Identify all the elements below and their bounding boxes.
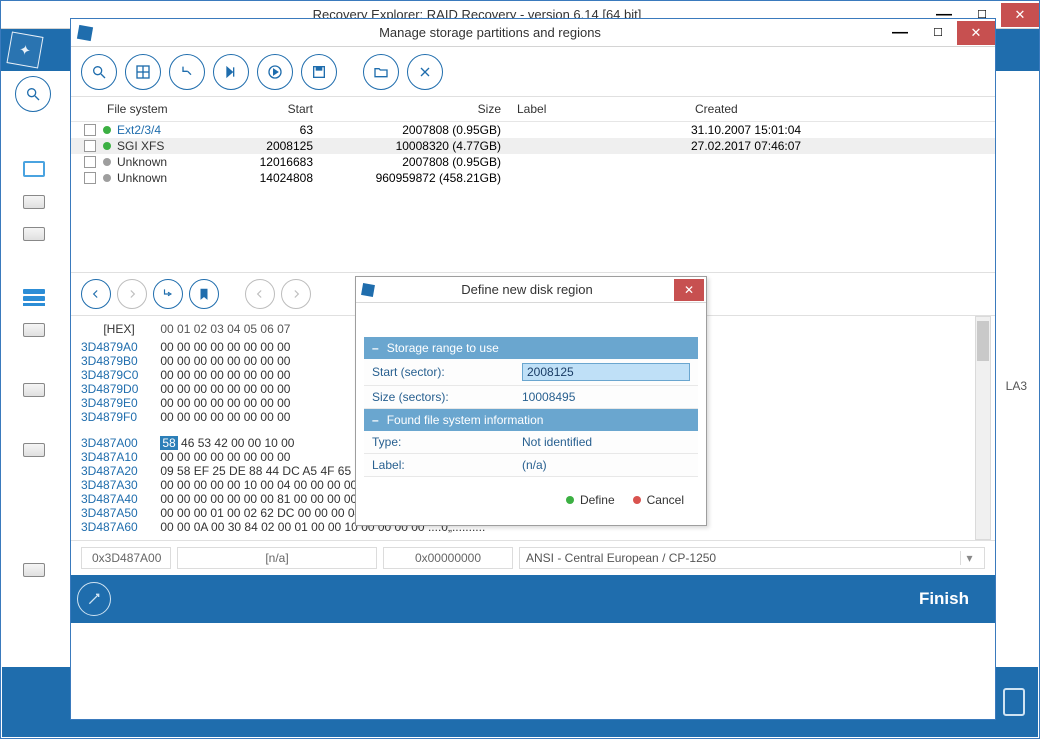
play-button[interactable]	[257, 54, 293, 90]
table-row[interactable]: Unknown 14024808960959872 (458.21GB)	[71, 170, 995, 186]
wand-icon[interactable]	[77, 582, 111, 616]
toolbar	[71, 47, 995, 97]
status-offset: 0x00000000	[383, 547, 513, 569]
partitions-titlebar: Manage storage partitions and regions — …	[71, 19, 995, 47]
type-label: Type:	[372, 435, 522, 449]
status-address: 0x3D487A00	[81, 547, 171, 569]
sidebar-item-monitor[interactable]	[23, 161, 45, 177]
section-storage-range[interactable]: –Storage range to use	[364, 337, 698, 359]
sidebar-item-disk2[interactable]	[23, 227, 45, 241]
col-size[interactable]: Size	[343, 100, 513, 118]
sidebar-item-disk3[interactable]	[23, 323, 45, 337]
logo-icon: ✦	[6, 31, 43, 68]
partitions-icon	[71, 19, 99, 47]
size-sectors-value: 10008495	[522, 390, 690, 404]
inner-maximize-button[interactable]: ☐	[919, 21, 957, 45]
row-checkbox[interactable]	[84, 172, 96, 184]
skip-button[interactable]	[213, 54, 249, 90]
save-button[interactable]	[301, 54, 337, 90]
table-row[interactable]: Ext2/3/4 632007808 (0.95GB)31.10.2007 15…	[71, 122, 995, 138]
hex-header-label: [HEX]	[81, 322, 157, 336]
label-value: (n/a)	[522, 458, 690, 472]
cancel-button[interactable]: Cancel	[633, 493, 684, 507]
goto-button[interactable]	[153, 279, 183, 309]
status-bar: 0x3D487A00 [n/a] 0x00000000 ANSI - Centr…	[71, 540, 995, 575]
table-header: File system Start Size Label Created	[71, 97, 995, 122]
row-checkbox[interactable]	[84, 140, 96, 152]
grid-button[interactable]	[125, 54, 161, 90]
row-checkbox[interactable]	[84, 156, 96, 168]
dialog-close-button[interactable]: ✕	[674, 279, 704, 301]
app-icon	[1, 1, 29, 29]
size-sectors-label: Size (sectors):	[372, 390, 522, 404]
sidebar-item-disk4[interactable]	[23, 383, 45, 397]
search-tool-button[interactable]	[15, 76, 51, 112]
close-button[interactable]: ✕	[1001, 3, 1039, 27]
footer-device-icon	[1003, 688, 1025, 716]
sidebar-item-raid[interactable]	[23, 289, 45, 305]
sidebar-item-disk1[interactable]	[23, 195, 45, 209]
hex-scrollbar[interactable]	[975, 316, 991, 540]
dialog-icon	[356, 284, 380, 296]
define-region-dialog: Define new disk region ✕ –Storage range …	[355, 276, 707, 526]
col-filesystem[interactable]: File system	[103, 100, 213, 118]
col-label[interactable]: Label	[513, 100, 691, 118]
prev-mark-button	[245, 279, 275, 309]
dialog-title: Define new disk region	[380, 282, 674, 297]
table-row[interactable]: Unknown 120166832007808 (0.95GB)	[71, 154, 995, 170]
start-sector-label: Start (sector):	[372, 365, 522, 379]
step-button[interactable]	[169, 54, 205, 90]
finish-button[interactable]: Finish	[919, 589, 969, 609]
chevron-down-icon: ▾	[960, 551, 978, 565]
back-button[interactable]	[81, 279, 111, 309]
encoding-select[interactable]: ANSI - Central European / CP-1250▾	[519, 547, 985, 569]
col-created[interactable]: Created	[691, 100, 989, 118]
next-mark-button	[281, 279, 311, 309]
sidebar	[23, 161, 45, 687]
table-row[interactable]: SGI XFS 200812510008320 (4.77GB)27.02.20…	[71, 138, 995, 154]
inner-close-button[interactable]: ✕	[957, 21, 995, 45]
start-sector-input[interactable]	[522, 363, 690, 381]
row-checkbox[interactable]	[84, 124, 96, 136]
dialog-titlebar: Define new disk region ✕	[356, 277, 706, 303]
col-start[interactable]: Start	[213, 100, 343, 118]
forward-button	[117, 279, 147, 309]
label-label: Label:	[372, 458, 522, 472]
bookmark-button[interactable]	[189, 279, 219, 309]
partition-list: Ext2/3/4 632007808 (0.95GB)31.10.2007 15…	[71, 122, 995, 186]
sidebar-item-disk6[interactable]	[23, 563, 45, 577]
finish-bar: Finish	[71, 575, 995, 623]
partitions-title: Manage storage partitions and regions	[99, 25, 881, 40]
scan-button[interactable]	[81, 54, 117, 90]
section-fs-info[interactable]: –Found file system information	[364, 409, 698, 431]
inner-minimize-button[interactable]: —	[881, 21, 919, 45]
define-button[interactable]: Define	[566, 493, 615, 507]
open-button[interactable]	[363, 54, 399, 90]
type-value: Not identified	[522, 435, 690, 449]
sidebar-right-label: LA3	[1006, 379, 1027, 393]
status-na: [n/a]	[177, 547, 377, 569]
sidebar-item-disk5[interactable]	[23, 443, 45, 457]
clear-button[interactable]	[407, 54, 443, 90]
hex-header-cols: 00 01 02 03 04 05 06 07	[160, 322, 290, 336]
